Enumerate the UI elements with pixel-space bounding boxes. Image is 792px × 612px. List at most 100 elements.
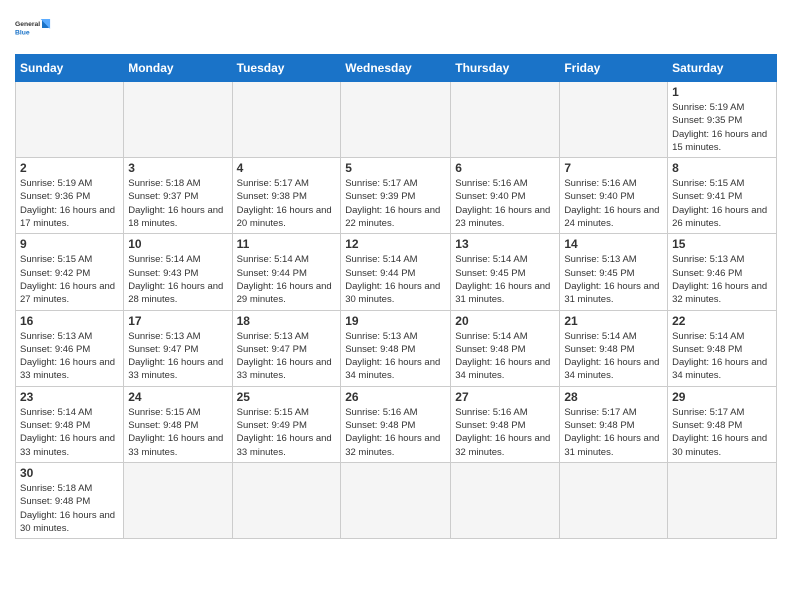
day-info: Sunrise: 5:14 AMSunset: 9:48 PMDaylight:… [672, 330, 772, 383]
calendar-cell [124, 462, 232, 538]
day-number: 21 [564, 314, 663, 328]
calendar-cell [341, 462, 451, 538]
calendar-cell: 1Sunrise: 5:19 AMSunset: 9:35 PMDaylight… [668, 82, 777, 158]
day-number: 25 [237, 390, 337, 404]
calendar-cell: 28 Sunrise: 5:17 AMSunset: 9:48 PMDayligh… [560, 386, 668, 462]
day-info: Sunrise: 5:13 AMSunset: 9:45 PMDaylight:… [564, 253, 663, 306]
calendar-cell: 19 Sunrise: 5:13 AMSunset: 9:48 PMDayligh… [341, 310, 451, 386]
day-info: Sunrise: 5:18 AMSunset: 9:37 PMDaylight:… [128, 177, 227, 230]
calendar-cell [451, 462, 560, 538]
day-number: 20 [455, 314, 555, 328]
day-number: 26 [345, 390, 446, 404]
day-number: 16 [20, 314, 119, 328]
day-number: 14 [564, 237, 663, 251]
day-info: Sunrise: 5:17 AMSunset: 9:39 PMDaylight:… [345, 177, 446, 230]
weekday-header-friday: Friday [560, 55, 668, 82]
calendar-cell: 30 Sunrise: 5:18 AMSunset: 9:48 PMDayligh… [16, 462, 124, 538]
day-info: Sunrise: 5:13 AMSunset: 9:46 PMDaylight:… [672, 253, 772, 306]
day-info: Sunrise: 5:19 AMSunset: 9:35 PMDaylight:… [672, 101, 772, 154]
calendar-cell: 6Sunrise: 5:16 AMSunset: 9:40 PMDaylight… [451, 158, 560, 234]
day-number: 15 [672, 237, 772, 251]
calendar-cell: 9Sunrise: 5:15 AMSunset: 9:42 PMDaylight… [16, 234, 124, 310]
calendar-cell: 29 Sunrise: 5:17 AMSunset: 9:48 PMDayligh… [668, 386, 777, 462]
day-info: Sunrise: 5:14 AMSunset: 9:43 PMDaylight:… [128, 253, 227, 306]
calendar-week-3: 9Sunrise: 5:15 AMSunset: 9:42 PMDaylight… [16, 234, 777, 310]
calendar-cell: 27 Sunrise: 5:16 AMSunset: 9:48 PMDayligh… [451, 386, 560, 462]
calendar-cell [668, 462, 777, 538]
logo: GeneralBlue [15, 10, 51, 46]
weekday-header-row: SundayMondayTuesdayWednesdayThursdayFrid… [16, 55, 777, 82]
calendar-week-4: 16Sunrise: 5:13 AMSunset: 9:46 PMDayligh… [16, 310, 777, 386]
header: GeneralBlue [15, 10, 777, 46]
day-number: 27 [455, 390, 555, 404]
calendar-cell: 14 Sunrise: 5:13 AMSunset: 9:45 PMDayligh… [560, 234, 668, 310]
day-info: Sunrise: 5:13 AMSunset: 9:47 PMDaylight:… [128, 330, 227, 383]
weekday-header-sunday: Sunday [16, 55, 124, 82]
day-number: 23 [20, 390, 119, 404]
calendar-cell: 13 Sunrise: 5:14 AMSunset: 9:45 PMDayligh… [451, 234, 560, 310]
day-info: Sunrise: 5:15 AMSunset: 9:41 PMDaylight:… [672, 177, 772, 230]
day-number: 8 [672, 161, 772, 175]
svg-text:Blue: Blue [15, 29, 30, 36]
calendar-cell: 4 Sunrise: 5:17 AMSunset: 9:38 PMDaylight… [232, 158, 341, 234]
day-info: Sunrise: 5:14 AMSunset: 9:48 PMDaylight:… [455, 330, 555, 383]
day-number: 13 [455, 237, 555, 251]
calendar-cell: 25 Sunrise: 5:15 AMSunset: 9:49 PMDayligh… [232, 386, 341, 462]
calendar-cell: 16Sunrise: 5:13 AMSunset: 9:46 PMDayligh… [16, 310, 124, 386]
svg-text:General: General [15, 21, 40, 28]
day-info: Sunrise: 5:14 AMSunset: 9:44 PMDaylight:… [237, 253, 337, 306]
calendar-cell: 3 Sunrise: 5:18 AMSunset: 9:37 PMDaylight… [124, 158, 232, 234]
calendar-cell: 7Sunrise: 5:16 AMSunset: 9:40 PMDaylight… [560, 158, 668, 234]
calendar-cell [341, 82, 451, 158]
day-number: 5 [345, 161, 446, 175]
calendar-week-5: 23 Sunrise: 5:14 AMSunset: 9:48 PMDayligh… [16, 386, 777, 462]
day-info: Sunrise: 5:17 AMSunset: 9:48 PMDaylight:… [564, 406, 663, 459]
day-info: Sunrise: 5:14 AMSunset: 9:48 PMDaylight:… [20, 406, 119, 459]
calendar-cell [451, 82, 560, 158]
calendar-cell: 17Sunrise: 5:13 AMSunset: 9:47 PMDayligh… [124, 310, 232, 386]
day-number: 18 [237, 314, 337, 328]
calendar-cell: 20 Sunrise: 5:14 AMSunset: 9:48 PMDayligh… [451, 310, 560, 386]
day-number: 29 [672, 390, 772, 404]
calendar-cell [560, 82, 668, 158]
day-number: 3 [128, 161, 227, 175]
calendar-cell [124, 82, 232, 158]
day-info: Sunrise: 5:19 AMSunset: 9:36 PMDaylight:… [20, 177, 119, 230]
calendar-cell: 18Sunrise: 5:13 AMSunset: 9:47 PMDayligh… [232, 310, 341, 386]
calendar-cell: 2 Sunrise: 5:19 AMSunset: 9:36 PMDaylight… [16, 158, 124, 234]
calendar-cell: 21 Sunrise: 5:14 AMSunset: 9:48 PMDayligh… [560, 310, 668, 386]
calendar-cell [560, 462, 668, 538]
logo-icon: GeneralBlue [15, 10, 51, 46]
calendar-cell [232, 82, 341, 158]
day-info: Sunrise: 5:14 AMSunset: 9:45 PMDaylight:… [455, 253, 555, 306]
calendar-cell: 5 Sunrise: 5:17 AMSunset: 9:39 PMDaylight… [341, 158, 451, 234]
day-info: Sunrise: 5:16 AMSunset: 9:40 PMDaylight:… [455, 177, 555, 230]
day-number: 24 [128, 390, 227, 404]
calendar-week-2: 2 Sunrise: 5:19 AMSunset: 9:36 PMDaylight… [16, 158, 777, 234]
calendar-table: SundayMondayTuesdayWednesdayThursdayFrid… [15, 54, 777, 539]
day-info: Sunrise: 5:14 AMSunset: 9:48 PMDaylight:… [564, 330, 663, 383]
day-info: Sunrise: 5:18 AMSunset: 9:48 PMDaylight:… [20, 482, 119, 535]
calendar-cell: 22Sunrise: 5:14 AMSunset: 9:48 PMDayligh… [668, 310, 777, 386]
calendar-cell: 11 Sunrise: 5:14 AMSunset: 9:44 PMDayligh… [232, 234, 341, 310]
day-number: 28 [564, 390, 663, 404]
calendar-cell [16, 82, 124, 158]
day-info: Sunrise: 5:16 AMSunset: 9:48 PMDaylight:… [455, 406, 555, 459]
day-info: Sunrise: 5:16 AMSunset: 9:40 PMDaylight:… [564, 177, 663, 230]
calendar-cell: 23 Sunrise: 5:14 AMSunset: 9:48 PMDayligh… [16, 386, 124, 462]
day-info: Sunrise: 5:17 AMSunset: 9:38 PMDaylight:… [237, 177, 337, 230]
day-number: 12 [345, 237, 446, 251]
day-info: Sunrise: 5:13 AMSunset: 9:48 PMDaylight:… [345, 330, 446, 383]
day-info: Sunrise: 5:17 AMSunset: 9:48 PMDaylight:… [672, 406, 772, 459]
day-info: Sunrise: 5:15 AMSunset: 9:49 PMDaylight:… [237, 406, 337, 459]
weekday-header-monday: Monday [124, 55, 232, 82]
weekday-header-saturday: Saturday [668, 55, 777, 82]
weekday-header-tuesday: Tuesday [232, 55, 341, 82]
day-number: 11 [237, 237, 337, 251]
calendar-cell: 24Sunrise: 5:15 AMSunset: 9:48 PMDayligh… [124, 386, 232, 462]
day-number: 30 [20, 466, 119, 480]
day-number: 2 [20, 161, 119, 175]
day-number: 19 [345, 314, 446, 328]
calendar-cell: 15 Sunrise: 5:13 AMSunset: 9:46 PMDayligh… [668, 234, 777, 310]
day-number: 4 [237, 161, 337, 175]
